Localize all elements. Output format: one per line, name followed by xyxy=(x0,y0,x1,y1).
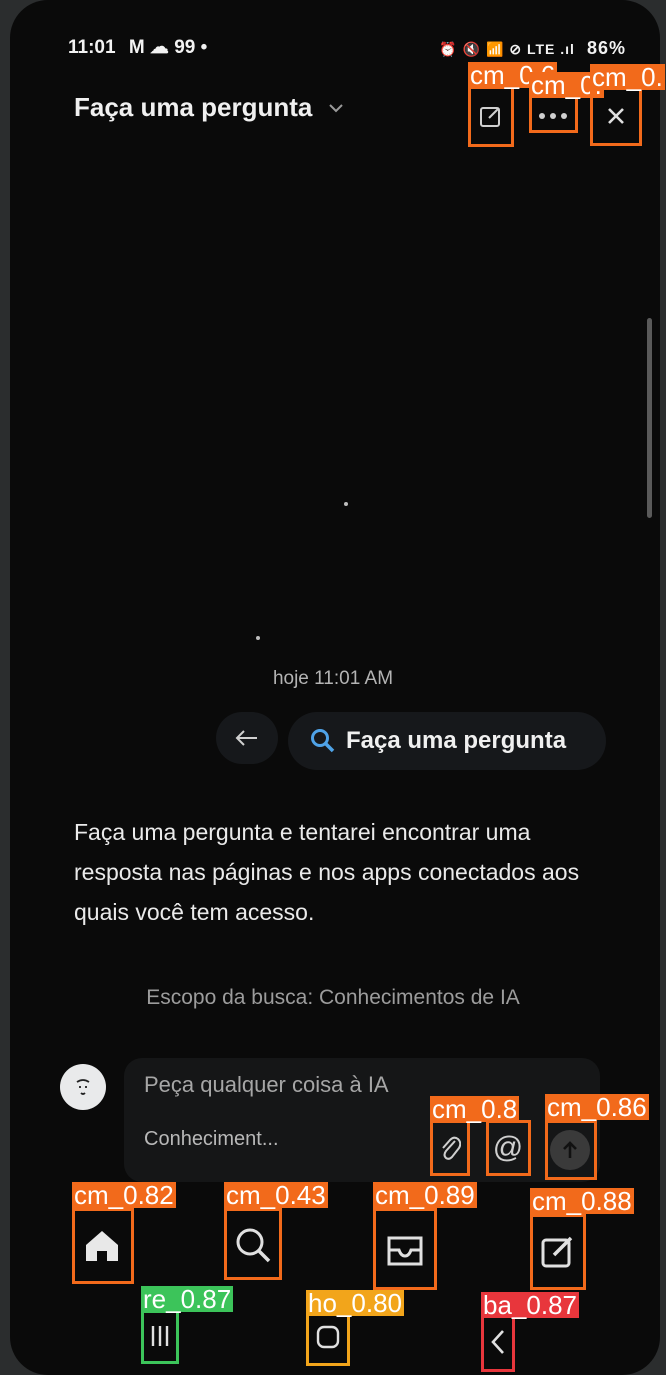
detection-label: cm_0.43 xyxy=(224,1180,328,1210)
detection-box xyxy=(486,1120,531,1176)
detection-box xyxy=(306,1310,350,1366)
search-scope: Escopo da busca: Conhecimentos de IA xyxy=(146,986,520,1009)
ai-face-icon xyxy=(76,1079,90,1095)
ai-avatar xyxy=(60,1064,106,1110)
status-left-icons: M ☁ 99 • xyxy=(128,37,208,58)
detection-box xyxy=(481,1314,515,1372)
status-bar-left: 11:01 M ☁ 99 • xyxy=(68,36,207,59)
message-timestamp: hoje 11:01 AM xyxy=(272,668,394,689)
back-arrow-button[interactable] xyxy=(216,712,278,764)
detection-label: cm_0.89 xyxy=(373,1180,477,1210)
detection-label: cm_0.82 xyxy=(72,1180,176,1210)
detection-label: cm_0.86 xyxy=(545,1092,649,1122)
detection-box xyxy=(430,1120,470,1176)
status-bar-right: ⏰ 🔇 📶 ⊘ LTE .ıl 86% xyxy=(439,38,626,59)
stray-dot xyxy=(344,502,348,506)
detection-label: ba_0.87 xyxy=(481,1290,579,1320)
status-time: 11:01 xyxy=(68,37,116,58)
detection-label: cm_0.8 xyxy=(430,1094,520,1124)
detection-box xyxy=(224,1208,282,1280)
detection-box xyxy=(590,86,642,146)
assistant-message: Faça uma pergunta e tentarei encontrar u… xyxy=(74,819,580,925)
detection-box xyxy=(373,1208,437,1290)
arrow-left-icon xyxy=(235,730,257,746)
query-chip[interactable]: Faça uma pergunta xyxy=(288,712,606,770)
chevron-down-icon[interactable] xyxy=(328,98,344,119)
status-right-icons: ⏰ 🔇 📶 ⊘ LTE .ıl xyxy=(439,41,575,57)
message-input[interactable]: Peça qualquer coisa à IA xyxy=(144,1072,389,1098)
battery-level: 86% xyxy=(586,38,626,58)
detection-box xyxy=(545,1120,597,1180)
detection-label: re_0.87 xyxy=(141,1284,234,1314)
page-title[interactable]: Faça uma pergunta xyxy=(74,92,312,123)
detection-box xyxy=(72,1208,134,1284)
detection-label: cm_0.88 xyxy=(530,1186,634,1216)
query-label: Faça uma pergunta xyxy=(346,727,567,754)
detection-box xyxy=(530,1214,586,1290)
scrollbar[interactable] xyxy=(647,318,652,518)
detection-label: ho_0.80 xyxy=(306,1288,404,1318)
scope-selector[interactable]: Conheciment... xyxy=(144,1128,279,1151)
stray-dot xyxy=(256,636,260,640)
detection-label: cm_0. xyxy=(590,62,665,92)
detection-box xyxy=(141,1310,179,1364)
search-icon xyxy=(311,729,335,753)
detection-box xyxy=(468,86,514,147)
